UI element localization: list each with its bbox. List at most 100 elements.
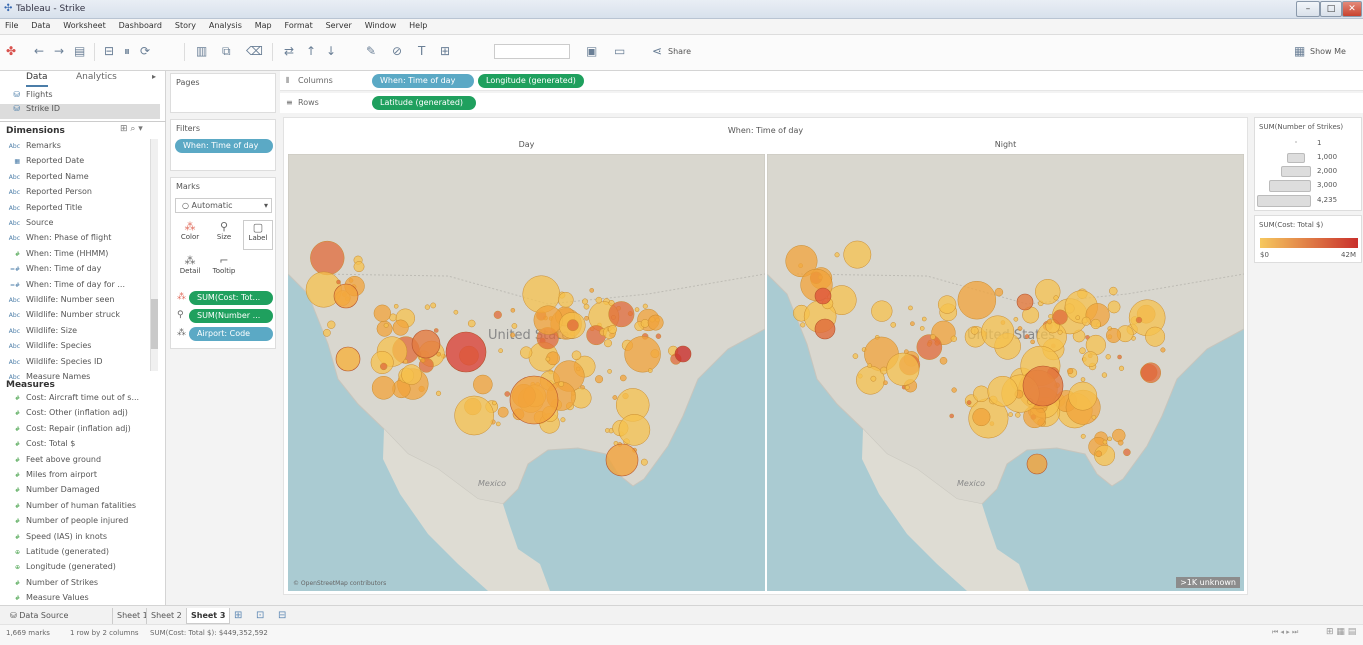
strike-bubble[interactable] xyxy=(605,428,610,433)
strike-bubble[interactable] xyxy=(1090,318,1101,330)
strike-bubble[interactable] xyxy=(595,375,604,384)
strike-bubble[interactable] xyxy=(608,301,635,328)
measure-field[interactable]: ⊕ Longitude (generated) xyxy=(0,562,160,577)
dimension-field[interactable]: # When: Time (HHMM) xyxy=(0,249,160,264)
dimension-field[interactable]: Abc Reported Name xyxy=(0,172,160,187)
duplicate-sheet-icon[interactable]: ⧉ xyxy=(222,44,231,59)
marks-pill-airport[interactable]: Airport: Code xyxy=(189,327,273,341)
strike-bubble[interactable] xyxy=(604,339,612,348)
strike-bubble[interactable] xyxy=(584,315,589,321)
swap-icon[interactable]: ⇄ xyxy=(284,44,294,58)
strike-bubble[interactable] xyxy=(1160,347,1166,353)
strike-bubble[interactable] xyxy=(949,413,954,419)
strike-bubble[interactable] xyxy=(583,303,590,310)
minimize-button[interactable]: – xyxy=(1296,1,1320,17)
strike-bubble[interactable] xyxy=(424,304,431,310)
strike-bubble[interactable] xyxy=(890,322,897,328)
fit-dropdown[interactable] xyxy=(494,44,570,59)
strike-bubble[interactable] xyxy=(970,326,979,335)
measure-field[interactable]: # Number of human fatalities xyxy=(0,501,160,516)
strike-bubble[interactable] xyxy=(335,346,361,372)
strike-bubble[interactable] xyxy=(950,335,957,342)
dimension-field[interactable]: Abc Wildlife: Number struck xyxy=(0,310,160,325)
menu-window[interactable]: Window xyxy=(360,19,402,30)
show-me-button[interactable]: Show Me xyxy=(1310,47,1346,56)
strike-bubble[interactable] xyxy=(1075,315,1081,320)
strike-bubble[interactable] xyxy=(560,417,566,423)
new-datasource-icon[interactable]: ⊟ xyxy=(104,44,114,58)
filter-pill-time-of-day[interactable]: When: Time of day xyxy=(175,139,273,153)
strike-bubble[interactable] xyxy=(310,240,345,276)
strike-bubble[interactable] xyxy=(1067,368,1074,375)
scrollbar-thumb[interactable] xyxy=(151,299,158,349)
marks-pill-cost[interactable]: SUM(Cost: Tot... xyxy=(189,291,273,305)
strike-bubble[interactable] xyxy=(1068,381,1098,411)
close-button[interactable]: ✕ xyxy=(1342,1,1362,17)
strike-bubble[interactable] xyxy=(1015,412,1021,418)
measure-field[interactable]: # Speed (IAS) in knots xyxy=(0,532,160,547)
strike-bubble[interactable] xyxy=(618,414,651,446)
measure-field[interactable]: ⊕ Latitude (generated) xyxy=(0,547,160,562)
strike-bubble[interactable] xyxy=(435,390,442,396)
strike-bubble[interactable] xyxy=(1140,362,1162,383)
color-button[interactable]: ⁂ Color xyxy=(175,220,205,250)
strike-bubble[interactable] xyxy=(379,362,388,371)
strike-bubble[interactable] xyxy=(473,374,493,395)
strike-bubble[interactable] xyxy=(624,336,661,373)
strike-bubble[interactable] xyxy=(445,331,487,373)
dimension-field[interactable]: Abc Remarks xyxy=(0,141,160,156)
mark-type-dropdown[interactable]: ○ Automatic ▾ xyxy=(175,198,272,213)
dimension-field[interactable]: Abc Wildlife: Size xyxy=(0,326,160,341)
strike-bubble[interactable] xyxy=(336,279,341,285)
strike-bubble[interactable] xyxy=(905,385,910,390)
strike-bubble[interactable] xyxy=(1017,326,1023,331)
strike-bubble[interactable] xyxy=(867,363,872,368)
strike-bubble[interactable] xyxy=(647,368,653,373)
strike-bubble[interactable] xyxy=(908,305,913,311)
menu-map[interactable]: Map xyxy=(250,19,277,30)
maximize-button[interactable]: □ xyxy=(1320,1,1342,17)
fix-axes-icon[interactable]: ⊞ xyxy=(440,44,450,58)
strike-bubble[interactable] xyxy=(640,458,648,466)
measure-field[interactable]: # Cost: Other (inflation adj) xyxy=(0,408,160,423)
strike-bubble[interactable] xyxy=(333,283,359,309)
datasource-flights[interactable]: ⛁ Flights xyxy=(0,90,160,105)
strike-bubble[interactable] xyxy=(323,329,331,337)
strike-bubble[interactable] xyxy=(373,304,391,322)
device-preview-icon[interactable]: ▭ xyxy=(614,44,625,58)
strike-bubble[interactable] xyxy=(1080,377,1086,382)
column-pill-longitude[interactable]: Longitude (generated) xyxy=(478,74,584,88)
refresh-icon[interactable]: ⟳ xyxy=(140,44,150,58)
pages-card[interactable]: Pages xyxy=(170,73,276,113)
strike-bubble[interactable] xyxy=(1106,327,1122,343)
size-legend[interactable]: SUM(Number of Strikes) 1 1,000 2,000 3,0… xyxy=(1254,117,1362,211)
strike-bubble[interactable] xyxy=(589,288,594,293)
row-pill-latitude[interactable]: Latitude (generated) xyxy=(372,96,476,110)
strike-bubble[interactable] xyxy=(510,308,516,313)
strike-bubble[interactable] xyxy=(1117,354,1122,360)
strike-bubble[interactable] xyxy=(1016,293,1034,311)
strike-bubble[interactable] xyxy=(834,252,840,258)
strike-bubble[interactable] xyxy=(497,406,509,418)
strike-bubble[interactable] xyxy=(1048,314,1053,319)
strike-bubble[interactable] xyxy=(973,385,990,403)
strike-bubble[interactable] xyxy=(921,316,927,322)
strike-bubble[interactable] xyxy=(1135,316,1143,324)
strike-bubble[interactable] xyxy=(393,303,399,309)
strike-bubble[interactable] xyxy=(1145,326,1166,347)
strike-bubble[interactable] xyxy=(1117,439,1124,446)
strike-bubble[interactable] xyxy=(353,261,365,273)
strike-bubble[interactable] xyxy=(1107,300,1121,314)
strike-bubble[interactable] xyxy=(558,381,565,387)
detail-button[interactable]: ⁂ Detail xyxy=(175,254,205,284)
strike-bubble[interactable] xyxy=(571,350,582,361)
strike-bubble[interactable] xyxy=(987,375,1019,407)
share-label[interactable]: Share xyxy=(668,47,691,56)
menu-analysis[interactable]: Analysis xyxy=(204,19,247,30)
measure-field[interactable]: # Number of people injured xyxy=(0,516,160,531)
strike-bubble[interactable] xyxy=(496,421,501,427)
strike-bubble[interactable] xyxy=(511,323,518,329)
search-icon[interactable]: ⊞ ⌕ ▾ xyxy=(120,124,143,134)
strike-bubble[interactable] xyxy=(1101,372,1108,378)
measure-field[interactable]: # Miles from airport xyxy=(0,470,160,485)
